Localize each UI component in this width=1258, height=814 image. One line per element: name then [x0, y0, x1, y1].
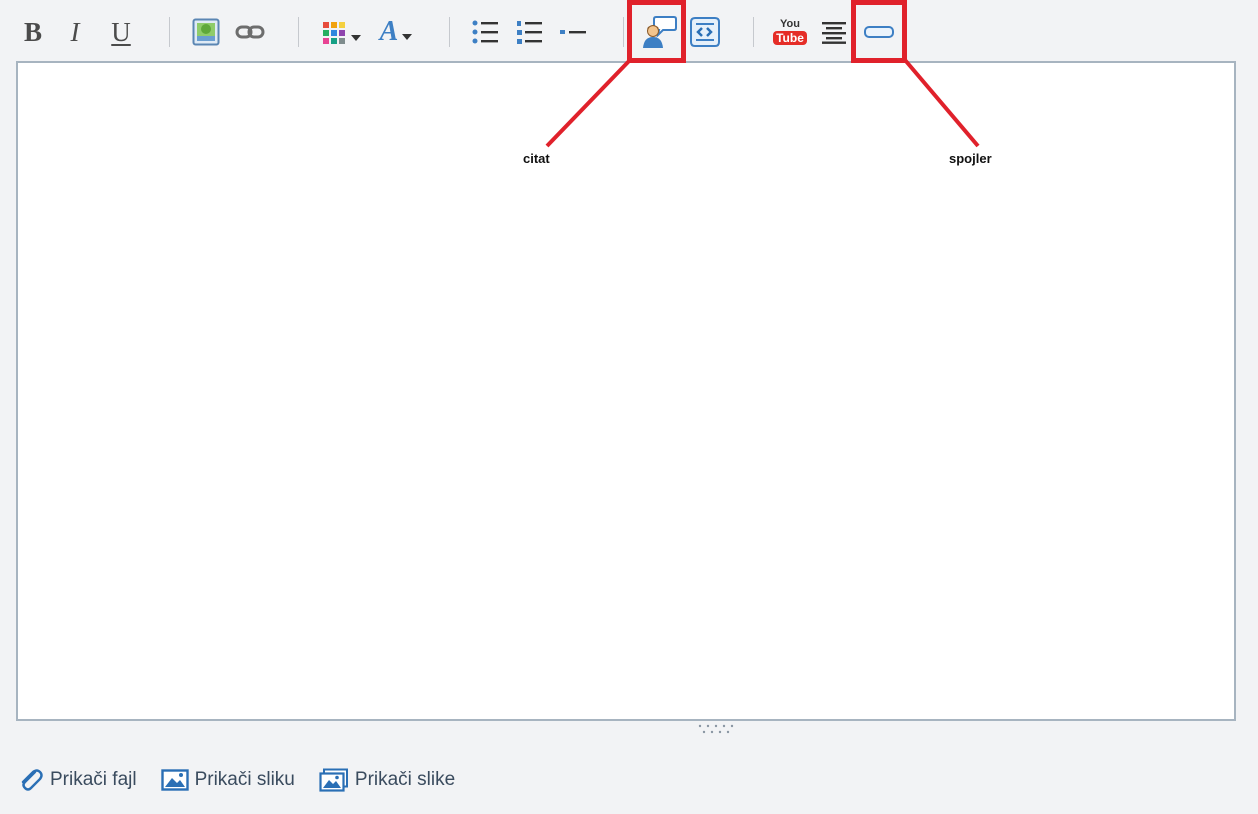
paperclip-icon: [21, 769, 43, 791]
image-icon: [160, 769, 189, 791]
underline-button[interactable]: U: [106, 12, 136, 52]
quote-highlight-box: [627, 0, 686, 63]
attach-image-label: Prikači sliku: [194, 769, 295, 790]
horizontal-rule-button[interactable]: [558, 12, 588, 52]
underline-icon: U: [111, 16, 131, 47]
font-button[interactable]: A: [374, 12, 420, 52]
bold-icon: B: [23, 16, 42, 47]
attach-file-label: Prikači fajl: [50, 769, 137, 790]
image-icon: [192, 18, 220, 46]
youtube-icon: You Tube: [773, 19, 807, 45]
spoiler-callout-label: spojler: [949, 151, 992, 166]
attach-images-button[interactable]: Prikači slike: [319, 768, 455, 792]
numbered-list-button[interactable]: [514, 12, 544, 52]
toolbar-separator: [753, 17, 754, 47]
code-scroll-icon: [690, 17, 720, 47]
youtube-icon-bottom: Tube: [773, 31, 807, 45]
insert-link-button[interactable]: [234, 12, 266, 52]
youtube-button[interactable]: You Tube: [772, 12, 808, 52]
font-icon: A: [379, 16, 399, 47]
chevron-down-icon: [402, 34, 413, 40]
toolbar-separator: [623, 17, 624, 47]
numbered-list-icon: [517, 21, 542, 44]
horizontal-rule-icon: [560, 30, 586, 34]
bulleted-list-button[interactable]: [470, 12, 500, 52]
color-grid-icon: [323, 22, 361, 44]
toolbar-separator: [449, 17, 450, 47]
bold-button[interactable]: B: [18, 12, 48, 52]
quote-callout-label: citat: [523, 151, 550, 166]
toolbar-separator: [169, 17, 170, 47]
code-button[interactable]: [684, 12, 724, 52]
bulleted-list-icon: [472, 20, 498, 44]
italic-icon: I: [70, 16, 80, 47]
spoiler-highlight-box: [851, 0, 907, 63]
attach-image-button[interactable]: Prikači sliku: [160, 769, 295, 791]
align-center-button[interactable]: [818, 12, 850, 52]
link-icon: [235, 25, 265, 39]
resize-handle[interactable]: [696, 723, 738, 735]
message-editor-textarea[interactable]: [16, 61, 1236, 721]
text-color-button[interactable]: [320, 12, 366, 52]
align-center-icon: [822, 22, 846, 44]
attachment-bar: Prikači fajl Prikači sliku Prikači slike: [16, 764, 479, 796]
images-icon: [319, 768, 348, 792]
youtube-icon-top: You: [780, 18, 800, 30]
attach-file-button[interactable]: Prikači fajl: [16, 766, 137, 794]
insert-image-button[interactable]: [190, 12, 222, 52]
attach-images-label: Prikači slike: [354, 769, 456, 790]
italic-button[interactable]: I: [62, 12, 88, 52]
toolbar-separator: [298, 17, 299, 47]
